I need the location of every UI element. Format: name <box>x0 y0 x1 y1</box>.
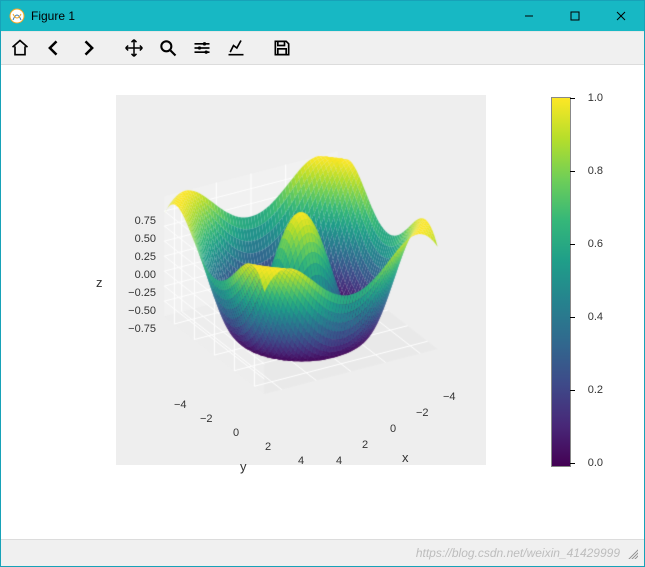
forward-button[interactable] <box>75 35 101 61</box>
y-tick: −4 <box>174 399 187 411</box>
x-tick: −4 <box>443 391 456 403</box>
colorbar-mark <box>570 171 575 172</box>
z-tick: −0.50 <box>108 305 156 317</box>
watermark-text: https://blog.csdn.net/weixin_41429999 <box>416 546 620 560</box>
surface-plot[interactable] <box>116 95 486 465</box>
minimize-button[interactable] <box>506 1 552 31</box>
y-tick: 0 <box>233 427 239 439</box>
x-tick: 2 <box>362 439 368 451</box>
maximize-button[interactable] <box>552 1 598 31</box>
titlebar[interactable]: Figure 1 <box>1 1 644 31</box>
x-axis-label: x <box>402 450 409 465</box>
colorbar-tick: 1.0 <box>588 92 603 104</box>
window-title: Figure 1 <box>31 9 506 23</box>
x-tick: −2 <box>416 407 429 419</box>
colorbar-mark <box>570 317 575 318</box>
colorbar-mark <box>570 463 575 464</box>
y-tick: 2 <box>265 441 271 453</box>
colorbar-tick: 0.0 <box>588 457 603 469</box>
back-button[interactable] <box>41 35 67 61</box>
z-tick: 0.00 <box>108 269 156 281</box>
figure-canvas-area[interactable]: z 0.75 0.50 0.25 0.00 −0.25 −0.50 −0.75 … <box>1 65 644 539</box>
z-tick: 0.25 <box>108 251 156 263</box>
y-tick: 4 <box>298 455 304 467</box>
close-button[interactable] <box>598 1 644 31</box>
configure-subplots-button[interactable] <box>189 35 215 61</box>
home-button[interactable] <box>7 35 33 61</box>
app-icon <box>9 8 25 24</box>
figure-window: Figure 1 z 0.75 0.50 <box>0 0 645 567</box>
colorbar-mark <box>570 98 575 99</box>
colorbar-tick: 0.6 <box>588 238 603 250</box>
colorbar <box>551 97 571 467</box>
z-tick: 0.75 <box>108 215 156 227</box>
colorbar-mark <box>570 390 575 391</box>
x-tick: 4 <box>336 455 342 467</box>
plot-container: z 0.75 0.50 0.25 0.00 −0.25 −0.50 −0.75 … <box>40 95 605 515</box>
statusbar: https://blog.csdn.net/weixin_41429999 <box>1 539 644 566</box>
edit-axes-button[interactable] <box>223 35 249 61</box>
colorbar-tick: 0.8 <box>588 165 603 177</box>
z-tick: −0.25 <box>108 287 156 299</box>
x-tick: 0 <box>390 423 396 435</box>
mpl-toolbar <box>1 31 644 65</box>
pan-button[interactable] <box>121 35 147 61</box>
colorbar-mark <box>570 244 575 245</box>
y-tick: −2 <box>200 413 213 425</box>
save-button[interactable] <box>269 35 295 61</box>
zoom-button[interactable] <box>155 35 181 61</box>
colorbar-tick: 0.4 <box>588 311 603 323</box>
resize-grip-icon[interactable] <box>626 547 638 559</box>
z-axis-label: z <box>96 275 103 290</box>
z-tick: 0.50 <box>108 233 156 245</box>
y-axis-label: y <box>240 459 247 474</box>
colorbar-tick: 0.2 <box>588 384 603 396</box>
z-tick: −0.75 <box>108 323 156 335</box>
